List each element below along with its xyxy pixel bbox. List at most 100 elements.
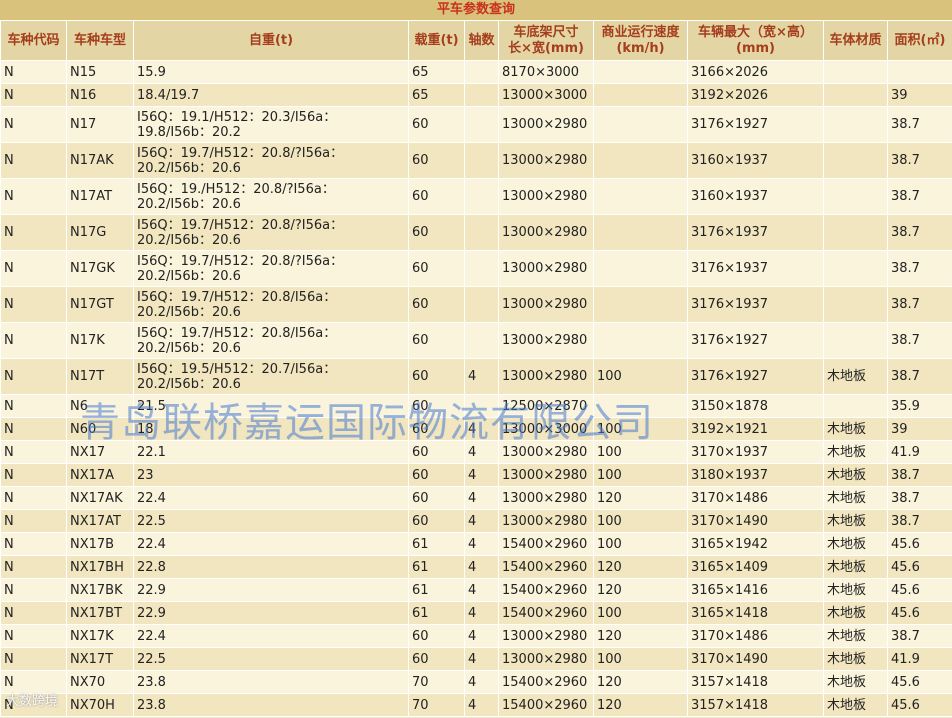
table-cell: 4 xyxy=(464,463,499,487)
table-cell: 65 xyxy=(408,83,465,107)
column-header: 商业运行速度 (km/h) xyxy=(593,20,688,61)
table-cell: 3165×1418 xyxy=(687,601,824,625)
table-cell: 木地板 xyxy=(823,601,888,625)
table-cell: 15.9 xyxy=(133,60,409,84)
table-body: N N15 15.9 65 8170×3000 3166×2026 N N16 18.4/19.… xyxy=(0,60,952,717)
table-cell: 4 xyxy=(464,693,499,717)
table-row: N N17 I56Q：19.1/H512：20.3/I56a： 19.8/I56b：… xyxy=(0,106,952,143)
table-cell: 3180×1937 xyxy=(687,463,824,487)
table-cell: N17 xyxy=(66,106,134,143)
table-cell: N xyxy=(0,83,67,107)
table-cell: N xyxy=(0,394,67,418)
table-cell: 3165×1942 xyxy=(687,532,824,556)
table-cell: N xyxy=(0,178,67,215)
table-cell: 4 xyxy=(464,670,499,694)
table-cell: 4 xyxy=(464,532,499,556)
table-cell: N xyxy=(0,647,67,671)
table-cell: 4 xyxy=(464,555,499,579)
table-cell: N xyxy=(0,486,67,510)
table-cell: 13000×2980 xyxy=(498,647,594,671)
table-cell: 60 xyxy=(408,417,465,441)
table-cell xyxy=(464,322,499,359)
table-row: N N17GK I56Q：19.7/H512：20.8/?I56a： 20.2/I5… xyxy=(0,250,952,287)
table-cell: 60 xyxy=(408,486,465,510)
table-cell: 60 xyxy=(408,214,465,251)
table-cell: N xyxy=(0,322,67,359)
table-cell: I56Q：19.7/H512：20.8/?I56a： 20.2/I56b：20.… xyxy=(133,214,409,251)
table-cell: N xyxy=(0,463,67,487)
table-cell: 61 xyxy=(408,601,465,625)
table-cell: 13000×2980 xyxy=(498,214,594,251)
table-cell xyxy=(593,178,688,215)
table-cell: 45.6 xyxy=(887,670,952,694)
table-cell: 13000×2980 xyxy=(498,624,594,648)
table-cell xyxy=(823,322,888,359)
table-cell: 4 xyxy=(464,509,499,533)
table-cell xyxy=(593,250,688,287)
table-cell: 3176×1927 xyxy=(687,106,824,143)
table-cell: 15400×2960 xyxy=(498,670,594,694)
table-cell: 22.8 xyxy=(133,555,409,579)
table-cell: 4 xyxy=(464,624,499,648)
table-row: N NX70H 23.8 70 4 15400×2960 120 3157×1418 木地板 45… xyxy=(0,693,952,717)
table-cell: 4 xyxy=(464,601,499,625)
table-cell: NX17AT xyxy=(66,509,134,533)
table-cell: NX17K xyxy=(66,624,134,648)
table-cell: 13000×2980 xyxy=(498,286,594,323)
table-cell: 4 xyxy=(464,486,499,510)
table-cell xyxy=(593,286,688,323)
table-cell: 120 xyxy=(593,555,688,579)
table-cell: 61 xyxy=(408,555,465,579)
table-cell: N xyxy=(0,286,67,323)
table-cell: 13000×2980 xyxy=(498,250,594,287)
table-cell: N17K xyxy=(66,322,134,359)
table-cell xyxy=(464,142,499,179)
table-cell: 3170×1486 xyxy=(687,624,824,648)
table-row: N NX17BH 22.8 61 4 15400×2960 120 3165×1409 木地板 4… xyxy=(0,555,952,579)
table-cell: 45.6 xyxy=(887,555,952,579)
table-row: N N17G I56Q：19.7/H512：20.8/?I56a： 20.2/I56… xyxy=(0,214,952,251)
table-cell: 65 xyxy=(408,60,465,84)
table-cell: NX17BK xyxy=(66,578,134,602)
table-cell xyxy=(823,83,888,107)
table-cell: 22.9 xyxy=(133,578,409,602)
flatcar-parameter-table: 车种代码 车种车型 自重(t) 载重(t) 轴数 车底架尺寸 长×宽(mm) 商… xyxy=(0,20,952,717)
table-cell: 22.4 xyxy=(133,532,409,556)
table-cell: 22.5 xyxy=(133,647,409,671)
table-cell xyxy=(823,394,888,418)
table-cell: 41.9 xyxy=(887,647,952,671)
table-cell: N xyxy=(0,358,67,395)
table-cell: 61 xyxy=(408,578,465,602)
table-cell: 4 xyxy=(464,647,499,671)
table-cell: 4 xyxy=(464,440,499,464)
table-cell: N17AK xyxy=(66,142,134,179)
table-row: N NX17T 22.5 60 4 13000×2980 100 3170×1490 木地板 41… xyxy=(0,647,952,671)
table-cell: 18.4/19.7 xyxy=(133,83,409,107)
table-cell: 3176×1937 xyxy=(687,286,824,323)
table-cell: 41.9 xyxy=(887,440,952,464)
table-cell: 60 xyxy=(408,142,465,179)
table-cell: 3160×1937 xyxy=(687,178,824,215)
table-row: N NX17A 23 60 4 13000×2980 100 3180×1937 木地板 38.7 xyxy=(0,463,952,487)
table-cell: 120 xyxy=(593,486,688,510)
table-cell: 120 xyxy=(593,624,688,648)
table-cell: 13000×2980 xyxy=(498,142,594,179)
table-cell: 13000×2980 xyxy=(498,322,594,359)
table-cell: 38.7 xyxy=(887,106,952,143)
table-cell xyxy=(823,214,888,251)
table-cell: 39 xyxy=(887,417,952,441)
table-cell: 60 xyxy=(408,509,465,533)
table-row: N NX17AK 22.4 60 4 13000×2980 120 3170×1486 木地板 3… xyxy=(0,486,952,510)
table-row: N NX17AT 22.5 60 4 13000×2980 100 3170×1490 木地板 3… xyxy=(0,509,952,533)
table-cell: 15400×2960 xyxy=(498,578,594,602)
table-cell: I56Q：19.7/H512：20.8/I56a： 20.2/I56b：20.6 xyxy=(133,286,409,323)
table-cell: 木地板 xyxy=(823,463,888,487)
table-cell: I56Q：19.7/H512：20.8/?I56a： 20.2/I56b：20.… xyxy=(133,142,409,179)
table-cell: 木地板 xyxy=(823,647,888,671)
table-cell: 21.5 xyxy=(133,394,409,418)
table-cell: NX17B xyxy=(66,532,134,556)
table-cell: 22.4 xyxy=(133,486,409,510)
table-cell: 38.7 xyxy=(887,486,952,510)
table-row: N N17AK I56Q：19.7/H512：20.8/?I56a： 20.2/I5… xyxy=(0,142,952,179)
table-cell: 23 xyxy=(133,463,409,487)
